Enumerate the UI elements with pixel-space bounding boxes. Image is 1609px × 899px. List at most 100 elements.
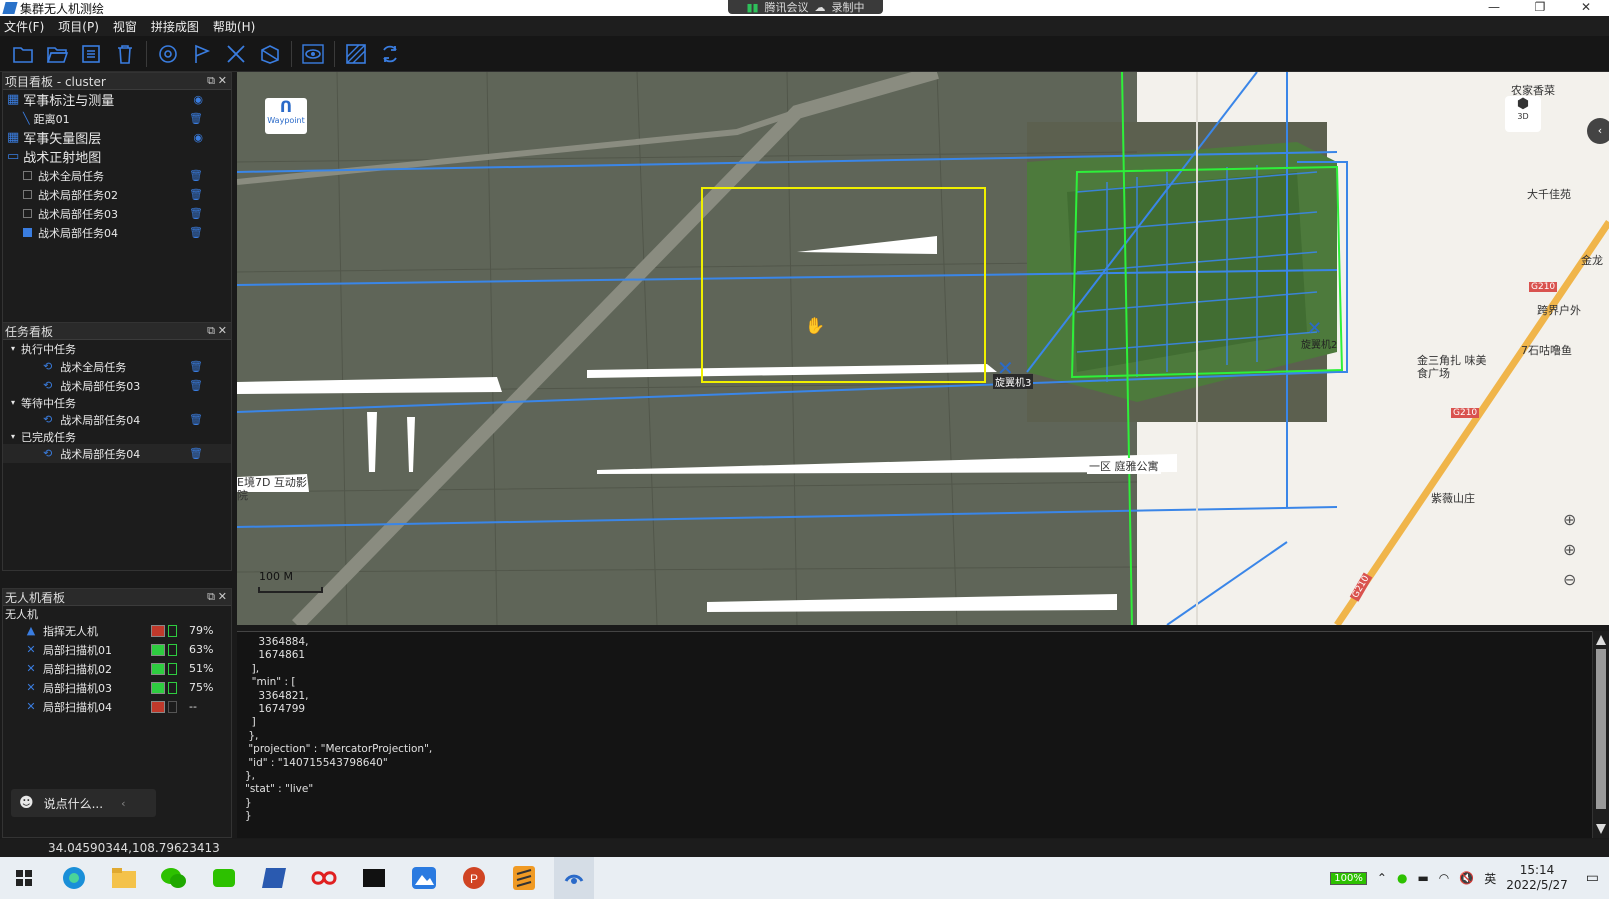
pin-icon[interactable]: ⧉ [207, 324, 215, 338]
task-group-waiting[interactable]: ▾ 等待中任务 [3, 395, 231, 410]
menu-help[interactable]: 帮助(H) [213, 18, 255, 35]
locate-icon[interactable]: ⊕ [1563, 510, 1576, 529]
drone-app-icon[interactable] [554, 857, 594, 899]
delete-button[interactable] [110, 39, 140, 69]
drone-row-scanner01[interactable]: ✕ 局部扫描机01 63% [3, 640, 231, 659]
drone-row-scanner02[interactable]: ✕ 局部扫描机02 51% [3, 659, 231, 678]
menu-view[interactable]: 视窗 [113, 18, 137, 35]
terminal-icon[interactable] [354, 857, 394, 899]
tree-item-ortho-map[interactable]: ▭ 战术正射地图 [3, 147, 231, 166]
emoji-icon[interactable]: ☻ [19, 795, 34, 811]
meeting-banner[interactable]: ▮▮ 腾讯会议 ☁ 录制中 [728, 0, 883, 14]
minimize-button[interactable]: — [1471, 0, 1517, 14]
tree-item-local-task04[interactable]: 战术局部任务04 🗑 [3, 223, 231, 242]
task-group-running[interactable]: ▾ 执行中任务 [3, 340, 231, 357]
view-button[interactable] [298, 39, 328, 69]
drone-row-scanner03[interactable]: ✕ 局部扫描机03 75% [3, 678, 231, 697]
task-item[interactable]: ⟲ 战术局部任务03 🗑 [3, 376, 231, 395]
console-scrollbar[interactable] [1592, 631, 1609, 838]
tree-item-global-task[interactable]: 战术全局任务 🗑 [3, 166, 231, 185]
battery-indicator[interactable]: 100% [1330, 871, 1367, 885]
trash-icon[interactable]: 🗑 [189, 226, 203, 239]
chat-app-icon[interactable] [204, 857, 244, 899]
trash-icon[interactable]: 🗑 [189, 413, 203, 426]
windows-start-icon[interactable] [4, 857, 44, 899]
tree-item-local-task03[interactable]: 战术局部任务03 🗑 [3, 204, 231, 223]
measure-button[interactable] [221, 39, 251, 69]
close-icon[interactable]: ✕ [218, 324, 227, 337]
wechat-tray-icon[interactable]: ● [1397, 871, 1407, 885]
tree-item-military-annotation[interactable]: ▦ 军事标注与测量 ◉ [3, 90, 231, 109]
ime-indicator[interactable]: 英 [1484, 870, 1496, 887]
sublime-icon[interactable] [504, 857, 544, 899]
zoom-in-icon[interactable]: ⊕ [1563, 540, 1576, 559]
infinity-app-icon[interactable] [304, 857, 344, 899]
close-icon[interactable]: ✕ [218, 590, 227, 603]
list-button[interactable] [76, 39, 106, 69]
trash-icon[interactable]: 🗑 [189, 188, 203, 201]
drone-row-scanner04[interactable]: ✕ 局部扫描机04 -- [3, 697, 231, 716]
eye-icon[interactable]: ◉ [193, 93, 203, 106]
pin-icon[interactable]: ⧉ [207, 590, 215, 604]
cursor-coordinates: 34.04590344,108.79623413 [48, 841, 220, 855]
volume-muted-icon[interactable]: 🔇 [1459, 871, 1474, 885]
checkbox[interactable] [23, 209, 32, 218]
wechat-icon[interactable] [154, 857, 194, 899]
scroll-down-icon[interactable] [1596, 824, 1606, 834]
trash-icon[interactable]: 🗑 [189, 447, 203, 460]
checkbox[interactable] [23, 171, 32, 180]
restore-button[interactable]: ❐ [1517, 0, 1563, 14]
clock[interactable]: 15:14 2022/5/27 [1506, 863, 1568, 893]
trash-icon[interactable]: 🗑 [189, 169, 203, 182]
checkbox-checked[interactable] [23, 228, 32, 237]
hatch-button[interactable] [341, 39, 371, 69]
chat-input[interactable]: ☻ 说点什么... ‹ [11, 789, 156, 817]
powerpoint-icon[interactable]: P [454, 857, 494, 899]
scroll-up-icon[interactable] [1596, 635, 1606, 645]
new-project-button[interactable] [8, 39, 38, 69]
close-button[interactable]: ✕ [1563, 0, 1609, 14]
tree-item-distance01[interactable]: ╲ 距离01 🗑 [3, 109, 231, 128]
trash-icon[interactable]: 🗑 [189, 207, 203, 220]
tree-item-vector-layer[interactable]: ▦ 军事矢量图层 ◉ [3, 128, 231, 147]
drone-row-commander[interactable]: ▲ 指挥无人机 79% [3, 621, 231, 640]
file-explorer-icon[interactable] [104, 857, 144, 899]
trash-icon[interactable]: 🗑 [189, 112, 203, 125]
chevron-up-icon[interactable]: ⌃ [1377, 871, 1387, 885]
area-button[interactable] [255, 39, 285, 69]
menu-file[interactable]: 文件(F) [4, 18, 44, 35]
tree-item-local-task02[interactable]: 战术局部任务02 🗑 [3, 185, 231, 204]
waypoint-button[interactable]: ᑎ Waypoint [265, 98, 307, 134]
zoom-out-icon[interactable]: ⊖ [1563, 570, 1576, 589]
sync-button[interactable] [375, 39, 405, 69]
eye-icon[interactable]: ◉ [193, 131, 203, 144]
chevron-left-icon[interactable]: ‹ [121, 797, 125, 810]
task-item[interactable]: ⟲ 战术局部任务04 🗑 [3, 410, 231, 429]
trash-icon[interactable]: 🗑 [189, 379, 203, 392]
powershell-icon[interactable] [254, 857, 294, 899]
scroll-thumb[interactable] [1596, 649, 1606, 809]
close-icon[interactable]: ✕ [218, 74, 227, 87]
trash-icon[interactable]: 🗑 [189, 360, 203, 373]
checkbox[interactable] [23, 190, 32, 199]
map-view[interactable]: ᑎ Waypoint ⬢ 3D ‹ 农家香菜 大千佳苑 金龙 跨界户外 7石咕噜… [237, 72, 1609, 625]
notification-icon[interactable]: ▭ [1586, 870, 1599, 886]
3d-toggle-button[interactable]: ⬢ 3D [1505, 96, 1541, 132]
menu-stitch[interactable]: 拼接成图 [151, 18, 199, 35]
open-project-button[interactable] [42, 39, 72, 69]
collapse-panel-button[interactable]: ‹ [1587, 118, 1609, 144]
task-item[interactable]: ⟲ 战术全局任务 🗑 [3, 357, 231, 376]
wifi-icon[interactable]: ◠ [1439, 871, 1449, 885]
task-item[interactable]: ⟲ 战术局部任务04 🗑 [3, 444, 231, 463]
menu-bar: 文件(F) 项目(P) 视窗 拼接成图 帮助(H) [0, 16, 1609, 36]
flag-button[interactable] [187, 39, 217, 69]
battery-icon [168, 662, 177, 675]
target-button[interactable] [153, 39, 183, 69]
network-icon[interactable]: ▬ [1417, 871, 1428, 885]
task-group-completed[interactable]: ▾ 已完成任务 [3, 429, 231, 444]
photos-icon[interactable] [404, 857, 444, 899]
menu-project[interactable]: 项目(P) [58, 18, 99, 35]
pin-icon[interactable]: ⧉ [207, 74, 215, 88]
edge-icon[interactable] [54, 857, 94, 899]
console-output[interactable]: 3364884, 1674861 ], "min" : [ 3364821, 1… [237, 631, 1592, 838]
